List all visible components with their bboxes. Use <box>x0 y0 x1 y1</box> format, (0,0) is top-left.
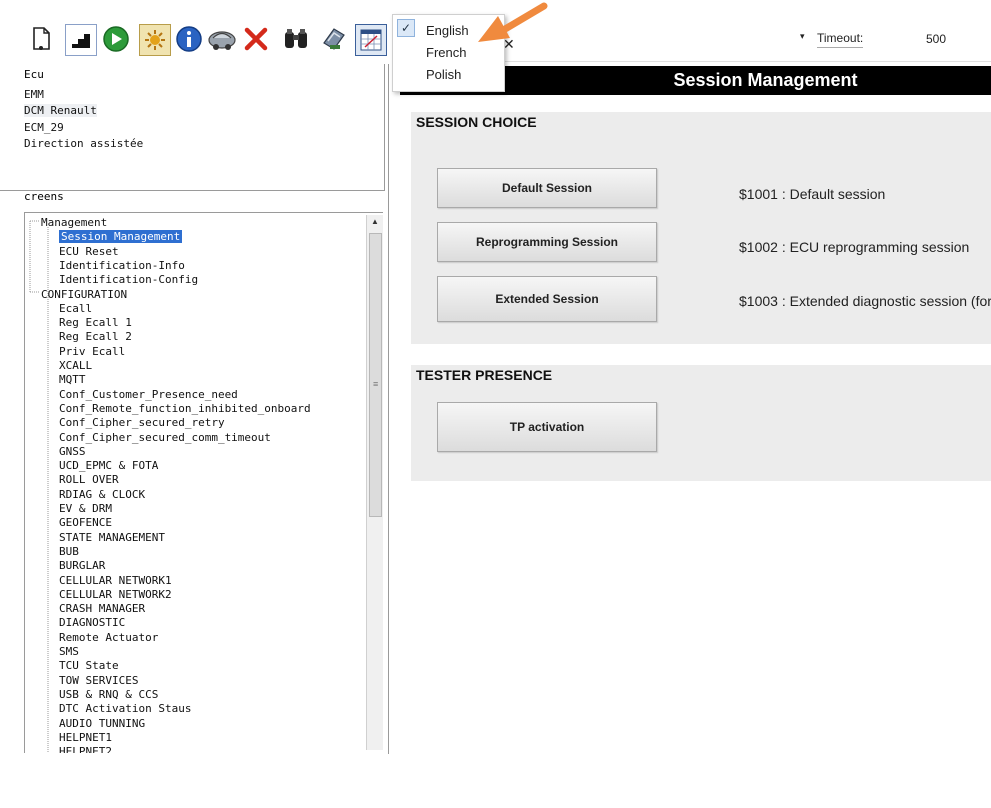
binoculars-icon[interactable] <box>281 24 311 54</box>
tree-item[interactable]: Reg Ecall 2 <box>59 330 132 343</box>
timeout-underline <box>817 47 863 48</box>
tree-scrollbar[interactable]: ▲ ≡ <box>366 215 383 750</box>
tree-item[interactable]: Session Management <box>59 230 183 244</box>
scroll-up-icon[interactable]: ▲ <box>371 217 379 226</box>
info-icon[interactable] <box>174 24 204 54</box>
screens-header: creens <box>24 190 64 203</box>
panel-divider[interactable] <box>388 64 389 754</box>
ecu-header: Ecu <box>24 68 44 81</box>
grid-window-icon[interactable] <box>355 24 387 56</box>
network-card-icon[interactable] <box>319 24 349 54</box>
ecu-item[interactable]: EMM <box>24 88 44 101</box>
tree-group[interactable]: Management <box>41 216 107 229</box>
reprogramming-session-desc: $1002 : ECU reprogramming session <box>739 239 970 255</box>
tree-item[interactable]: EV & DRM <box>59 502 112 515</box>
tester-presence-section: TESTER PRESENCE TP activation <box>411 365 991 481</box>
tree-item[interactable]: ROLL OVER <box>59 473 119 486</box>
tree-item[interactable]: DTC Activation Staus <box>59 702 191 715</box>
tree-item[interactable]: TOW SERVICES <box>59 674 138 687</box>
tree-item[interactable]: BUB <box>59 545 79 558</box>
reprogramming-session-button[interactable]: Reprogramming Session <box>437 222 657 262</box>
extended-session-button[interactable]: Extended Session <box>437 276 657 322</box>
tp-activation-button[interactable]: TP activation <box>437 402 657 452</box>
language-option-french[interactable]: French <box>426 45 466 60</box>
tree-item[interactable]: Reg Ecall 1 <box>59 316 132 329</box>
car-icon[interactable] <box>207 24 237 54</box>
tree-item[interactable]: Remote Actuator <box>59 631 158 644</box>
screens-tree: Management Session Management ECU Reset Ide… <box>24 212 383 753</box>
tree-item[interactable]: SMS <box>59 645 79 658</box>
tree-item[interactable]: Conf_Customer_Presence_need <box>59 388 238 401</box>
tree-item[interactable]: Priv Ecall <box>59 345 125 358</box>
tree-item[interactable]: GEOFENCE <box>59 516 112 529</box>
ecu-item[interactable]: ECM_29 <box>24 121 64 134</box>
tree-item[interactable]: CELLULAR NETWORK1 <box>59 574 172 587</box>
section-title: SESSION CHOICE <box>416 114 537 130</box>
tree-item[interactable]: BURGLAR <box>59 559 105 572</box>
tree-item[interactable]: Ecall <box>59 302 92 315</box>
default-session-desc: $1001 : Default session <box>739 186 886 202</box>
tree-group[interactable]: CONFIGURATION <box>41 288 127 301</box>
timeout-dropdown-arrow-icon[interactable]: ▾ <box>800 31 805 42</box>
extended-session-desc: $1003 : Extended diagnostic session (for <box>739 293 991 309</box>
toolbar <box>0 14 392 64</box>
chart-icon[interactable] <box>65 24 97 56</box>
tree-item[interactable]: HELPNET1 <box>59 731 112 744</box>
scroll-grip-icon: ≡ <box>373 379 379 389</box>
language-option-polish[interactable]: Polish <box>426 67 461 82</box>
tree-item[interactable]: USB & RNQ & CCS <box>59 688 158 701</box>
tree-item[interactable]: Identification-Config <box>59 273 198 286</box>
ecu-item[interactable]: Direction assistée <box>24 137 143 150</box>
tree-item[interactable]: Conf_Remote_function_inhibited_onboard <box>59 402 311 415</box>
tree-item[interactable]: AUDIO TUNNING <box>59 717 145 730</box>
tree-item[interactable]: CRASH MANAGER <box>59 602 145 615</box>
section-title: TESTER PRESENCE <box>416 367 553 383</box>
tree-item[interactable]: GNSS <box>59 445 86 458</box>
new-document-icon[interactable] <box>26 24 56 54</box>
timeout-label: Timeout: <box>817 31 864 45</box>
ecu-panel: Ecu EMM DCM Renault ECM_29 Direction ass… <box>0 64 385 191</box>
tree-item[interactable]: RDIAG & CLOCK <box>59 488 145 501</box>
language-option-english[interactable]: English <box>426 23 469 38</box>
pointer-arrow-icon <box>478 2 548 42</box>
tree-item[interactable]: DIAGNOSTIC <box>59 616 125 629</box>
check-icon: ✓ <box>397 19 415 37</box>
tree-item[interactable]: HELPNET2 <box>59 745 112 753</box>
tree-item[interactable]: MQTT <box>59 373 86 386</box>
tree-item[interactable]: ECU Reset <box>59 245 119 258</box>
tree-item[interactable]: UCD_EPMC & FOTA <box>59 459 158 472</box>
delete-icon[interactable] <box>241 24 271 54</box>
ecu-item[interactable]: DCM Renault <box>24 104 97 117</box>
default-session-button[interactable]: Default Session <box>437 168 657 208</box>
tree-item[interactable]: TCU State <box>59 659 119 672</box>
tree-item[interactable]: Identification-Info <box>59 259 185 272</box>
tree-item[interactable]: XCALL <box>59 359 92 372</box>
play-icon[interactable] <box>101 24 131 54</box>
tree-item[interactable]: Conf_Cipher_secured_retry <box>59 416 225 429</box>
scroll-thumb[interactable]: ≡ <box>369 233 382 517</box>
tree-item[interactable]: CELLULAR NETWORK2 <box>59 588 172 601</box>
timeout-input[interactable]: 500 <box>926 32 946 46</box>
session-choice-section: SESSION CHOICE Default Session $1001 : D… <box>411 112 991 344</box>
tree-item[interactable]: STATE MANAGEMENT <box>59 531 165 544</box>
tree-item[interactable]: Conf_Cipher_secured_comm_timeout <box>59 431 271 444</box>
settings-burst-icon[interactable] <box>139 24 171 56</box>
